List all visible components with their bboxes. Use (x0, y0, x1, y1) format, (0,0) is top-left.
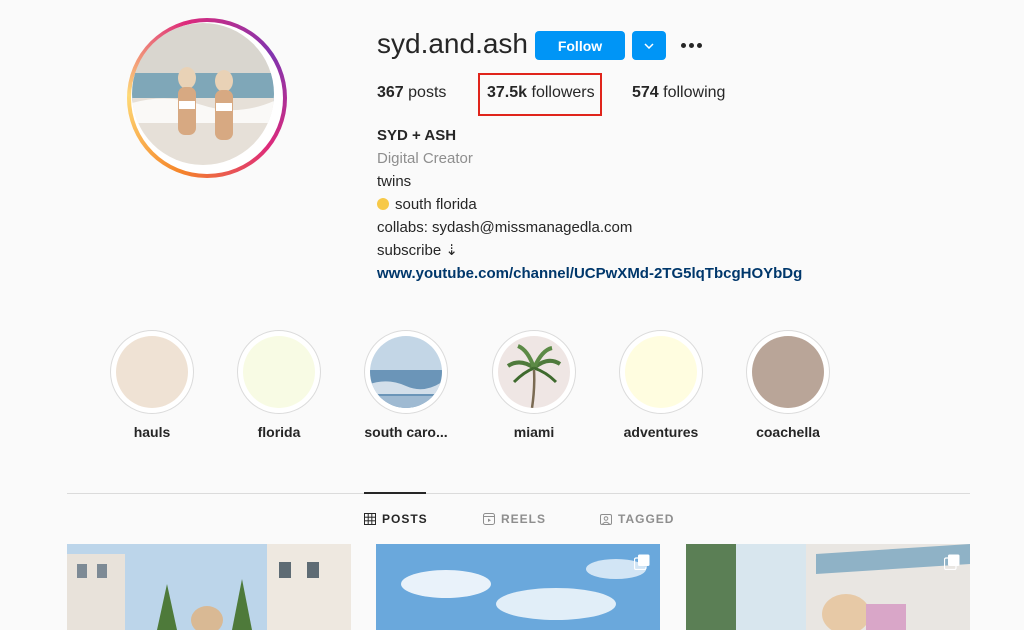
post-image (67, 544, 351, 630)
tab-label: POSTS (382, 512, 428, 526)
bio-location-text: south florida (395, 196, 477, 213)
posts-count: 367 (377, 84, 404, 101)
avatar-photo (132, 23, 274, 165)
posts-label: posts (408, 84, 447, 101)
highlight-label: florida (257, 424, 301, 440)
post-thumbnail[interactable] (686, 544, 970, 630)
highlight-cover (625, 336, 697, 408)
carousel-icon (944, 554, 960, 570)
highlight-label: coachella (756, 424, 820, 440)
bio-location: south florida (377, 193, 977, 216)
bio-category: Digital Creator (377, 150, 473, 167)
highlight-cover (243, 336, 315, 408)
highlight-cover (498, 336, 570, 408)
story-highlight-south-carolina[interactable]: south caro... (364, 330, 448, 440)
story-highlight-adventures[interactable]: adventures (619, 330, 703, 440)
profile-username: syd.and.ash (377, 28, 528, 59)
post-thumbnail[interactable] (67, 544, 351, 630)
following-stat[interactable]: 574 following (632, 84, 725, 102)
bio-collabs: collabs: sydash@missmanagedla.com (377, 219, 633, 236)
grid-icon (364, 513, 376, 525)
bio-subscribe: subscribe ⇣ (377, 242, 458, 259)
tab-label: REELS (501, 512, 547, 526)
following-count: 574 (632, 84, 659, 101)
post-thumbnail[interactable] (376, 544, 660, 630)
highlight-cover (752, 336, 824, 408)
profile-bio: SYD + ASH Digital Creator twins south fl… (377, 124, 977, 285)
sun-emoji-icon (377, 198, 389, 210)
bio-name: SYD + ASH (377, 127, 457, 144)
following-label: following (663, 84, 726, 101)
story-highlight-florida[interactable]: florida (237, 330, 321, 440)
tab-posts[interactable]: POSTS (364, 512, 428, 526)
post-image (376, 544, 660, 630)
chevron-down-icon (644, 42, 654, 49)
posts-stat: 367 posts (377, 84, 446, 102)
follow-button[interactable]: Follow (535, 31, 625, 60)
highlight-label: hauls (133, 424, 171, 440)
carousel-icon (634, 554, 650, 570)
highlight-label: adventures (623, 424, 699, 440)
highlight-label: miami (513, 424, 555, 440)
story-highlight-hauls[interactable]: hauls (110, 330, 194, 440)
story-highlight-miami[interactable]: miami (492, 330, 576, 440)
suggested-accounts-button[interactable] (632, 31, 666, 60)
bio-line: twins (377, 173, 412, 190)
post-image (686, 544, 970, 630)
bio-website-link[interactable]: www.youtube.com/channel/UCPwXMd-2TG5lqTb… (377, 262, 977, 285)
followers-annotation-box (478, 73, 602, 116)
tab-reels[interactable]: REELS (483, 512, 546, 526)
highlight-cover (370, 336, 442, 408)
story-highlight-coachella[interactable]: coachella (746, 330, 830, 440)
highlight-label: south caro... (364, 424, 448, 440)
tabs-divider (67, 493, 970, 494)
active-tab-indicator (364, 492, 426, 494)
more-options-icon[interactable] (678, 34, 704, 56)
tab-tagged[interactable]: TAGGED (600, 512, 674, 526)
tagged-icon (600, 514, 612, 525)
reels-icon (483, 513, 495, 525)
profile-avatar[interactable] (127, 18, 287, 178)
tab-label: TAGGED (618, 512, 675, 526)
highlight-cover (116, 336, 188, 408)
